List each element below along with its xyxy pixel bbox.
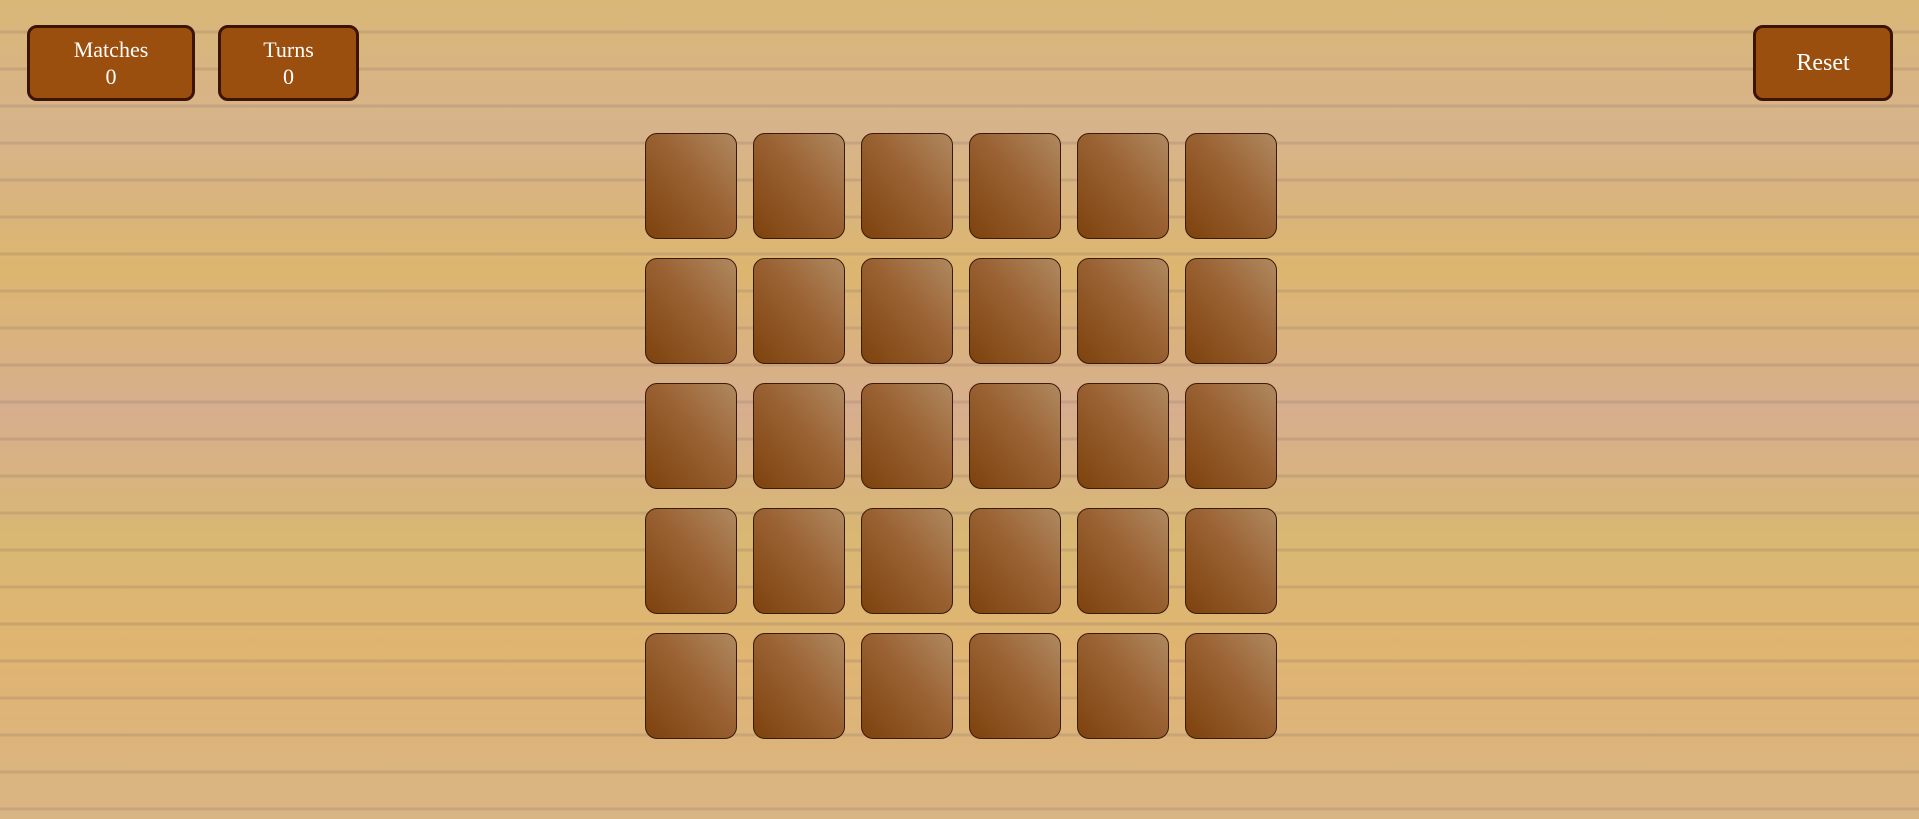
card-face-down[interactable]: [969, 133, 1061, 239]
card-face-down[interactable]: [753, 383, 845, 489]
card-face-down[interactable]: [753, 633, 845, 739]
card-face-down[interactable]: [1185, 258, 1277, 364]
matches-counter: Matches 0: [27, 25, 195, 101]
card-face-down[interactable]: [1077, 508, 1169, 614]
card-face-down[interactable]: [969, 258, 1061, 364]
card-face-down[interactable]: [1185, 133, 1277, 239]
card-face-down[interactable]: [861, 633, 953, 739]
card-face-down[interactable]: [753, 133, 845, 239]
matches-value: 0: [105, 64, 117, 89]
matches-label: Matches: [73, 37, 149, 62]
card-face-down[interactable]: [861, 133, 953, 239]
card-face-down[interactable]: [969, 633, 1061, 739]
card-face-down[interactable]: [1077, 383, 1169, 489]
card-board: [645, 133, 1277, 739]
card-face-down[interactable]: [1077, 258, 1169, 364]
card-face-down[interactable]: [1185, 508, 1277, 614]
card-face-down[interactable]: [969, 383, 1061, 489]
card-face-down[interactable]: [861, 383, 953, 489]
card-face-down[interactable]: [645, 133, 737, 239]
card-face-down[interactable]: [1185, 383, 1277, 489]
card-face-down[interactable]: [861, 258, 953, 364]
turns-label: Turns: [263, 37, 314, 62]
card-face-down[interactable]: [645, 258, 737, 364]
card-face-down[interactable]: [1077, 633, 1169, 739]
card-face-down[interactable]: [645, 383, 737, 489]
card-face-down[interactable]: [1185, 633, 1277, 739]
card-face-down[interactable]: [1077, 133, 1169, 239]
card-face-down[interactable]: [753, 508, 845, 614]
card-face-down[interactable]: [861, 508, 953, 614]
card-face-down[interactable]: [969, 508, 1061, 614]
turns-value: 0: [283, 64, 294, 89]
turns-counter: Turns 0: [218, 25, 359, 101]
card-face-down[interactable]: [645, 633, 737, 739]
card-face-down[interactable]: [753, 258, 845, 364]
card-face-down[interactable]: [645, 508, 737, 614]
reset-button[interactable]: Reset: [1753, 25, 1893, 101]
